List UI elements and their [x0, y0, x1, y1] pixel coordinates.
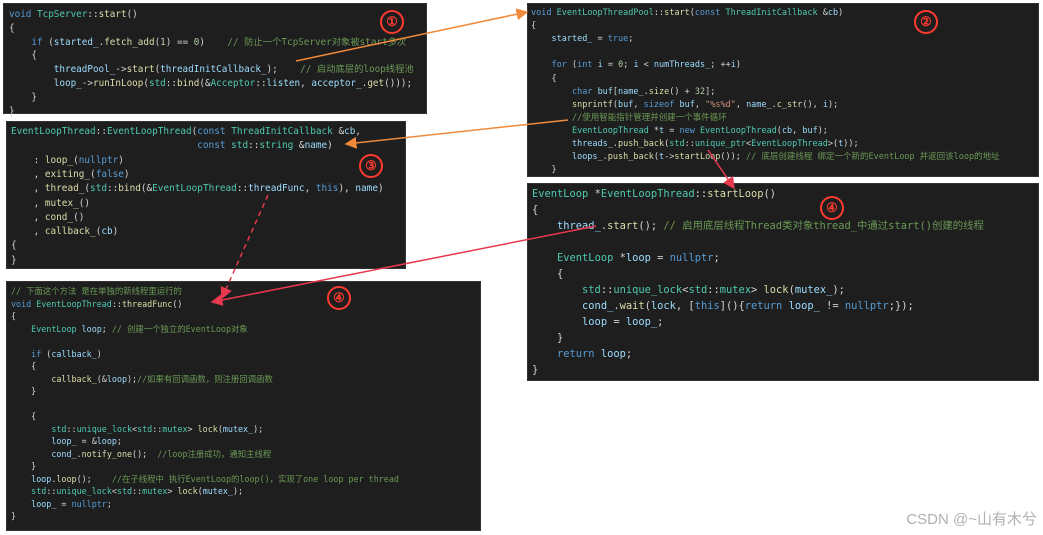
arrow-4-to-5 [210, 225, 597, 306]
flow-arrows [210, 8, 735, 306]
arrow-2-to-3 [344, 119, 569, 149]
arrow-1-to-2 [295, 8, 529, 62]
csdn-watermark: CSDN @~山有木兮 [906, 511, 1037, 528]
arrow-3-to-5-dashed [220, 194, 269, 300]
arrow-2-to-4 [707, 149, 735, 190]
